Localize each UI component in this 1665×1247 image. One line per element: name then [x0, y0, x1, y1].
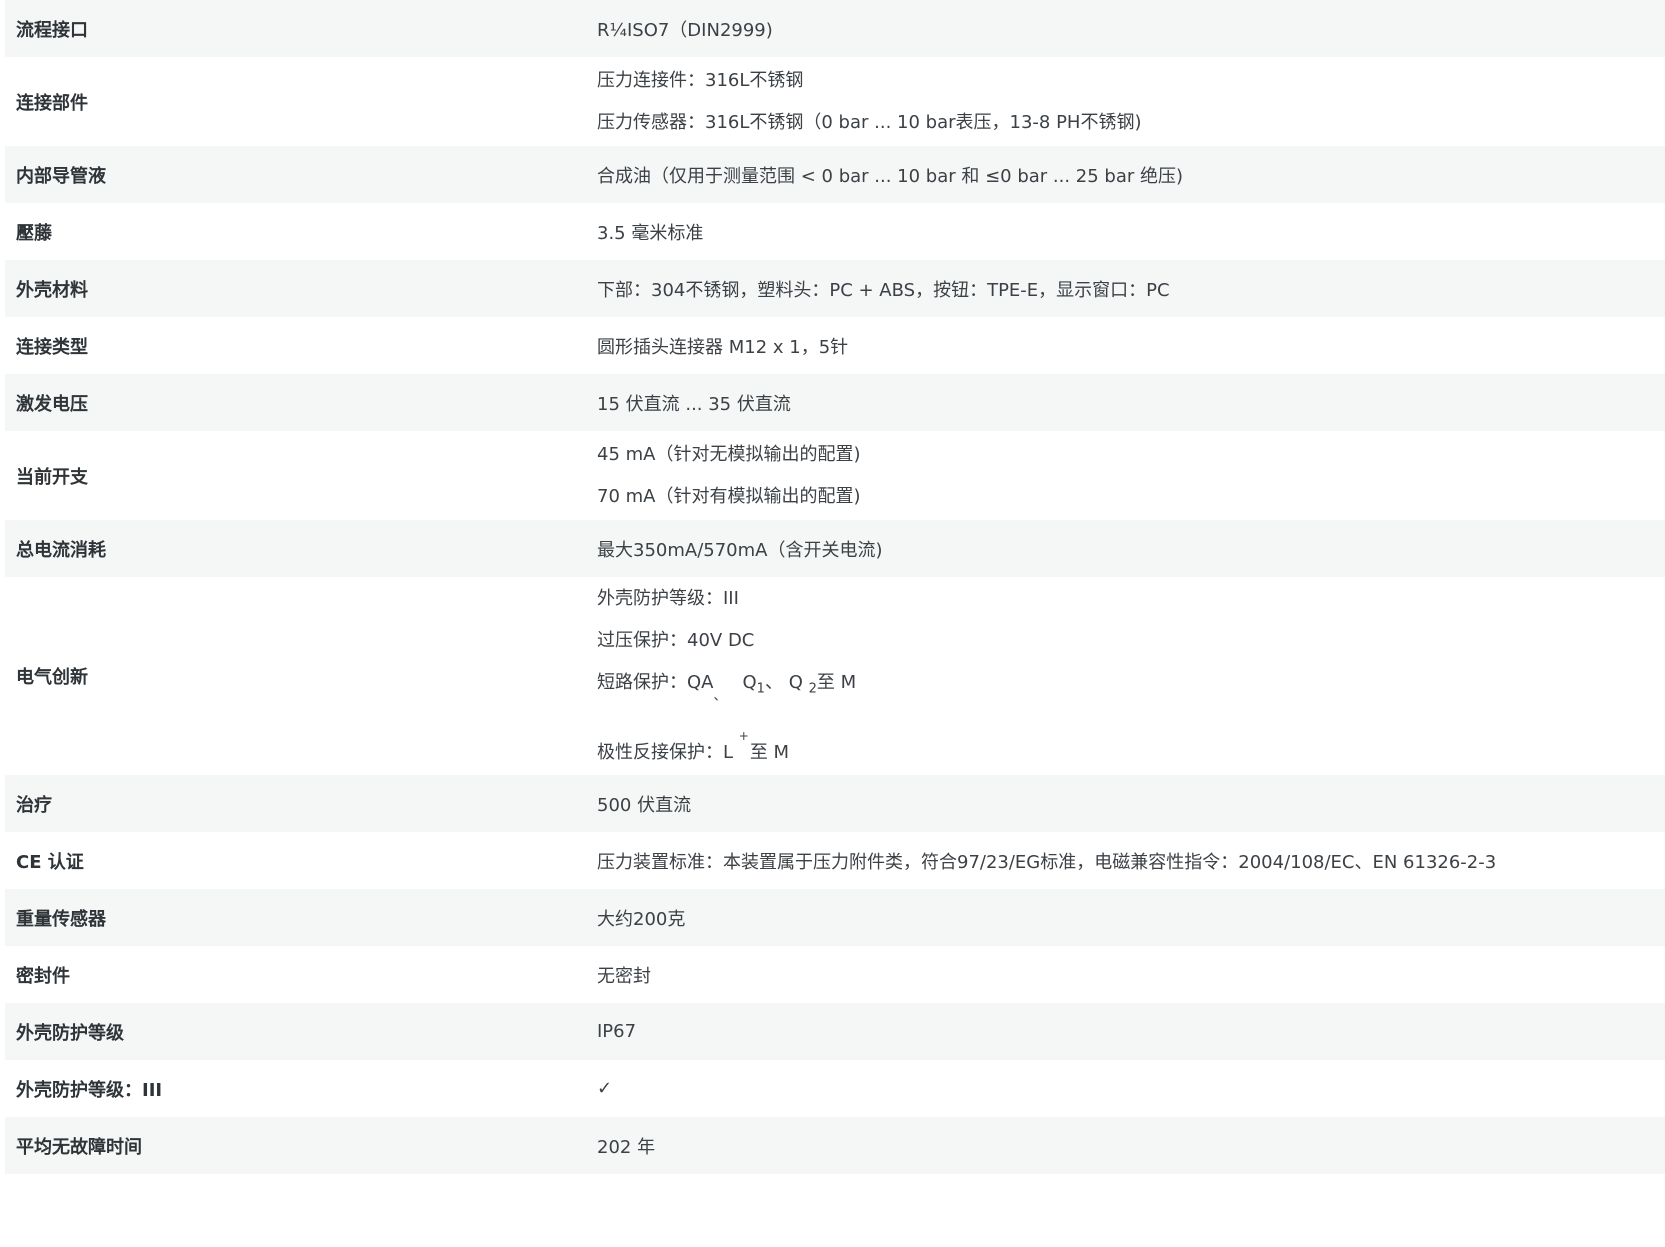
sc-qa-sub: 、: [713, 689, 727, 704]
spec-value: 圆形插头连接器 M12 x 1，5针: [597, 333, 1665, 359]
spec-value: 下部：304不锈钢，塑料头：PC + ABS，按钮：TPE-E，显示窗口：PC: [597, 276, 1665, 302]
spec-label: 总电流消耗: [16, 539, 106, 561]
spec-label: 内部导管液: [16, 165, 106, 187]
spec-label: CE 认证: [16, 851, 84, 873]
spec-value-line: 202 年: [597, 1136, 656, 1158]
spec-table: 流程接口 R¼ISO7（DIN2999) 连接部件 压力连接件：316L不锈钢 …: [5, 0, 1665, 1174]
spec-row: 外壳防护等级：III ✓: [5, 1060, 1665, 1117]
spec-value: 45 mA（针对无模拟输出的配置) 70 mA（针对有模拟输出的配置): [597, 434, 1665, 518]
spec-label: 外壳防护等级：III: [16, 1079, 163, 1101]
spec-value: R¼ISO7（DIN2999): [597, 16, 1665, 42]
spec-value: 压力装置标准：本装置属于压力附件类，符合97/23/EG标准，电磁兼容性指令：2…: [597, 848, 1665, 874]
spec-row: 内部导管液 合成油（仅用于测量范围 < 0 bar ... 10 bar 和 ≤…: [5, 146, 1665, 203]
spec-value-line: 最大350mA/570mA（含开关电流): [597, 539, 883, 561]
spec-value-line: 压力装置标准：本装置属于压力附件类，符合97/23/EG标准，电磁兼容性指令：2…: [597, 851, 1497, 873]
spec-row: 平均无故障时间 202 年: [5, 1117, 1665, 1174]
spec-row-electrical: 电气创新 外壳防护等级：III 过压保护：40V DC 短路保护：QA、Q1、 …: [5, 577, 1665, 775]
spec-label: 流程接口: [16, 19, 88, 41]
spec-row: 当前开支 45 mA（针对无模拟输出的配置) 70 mA（针对有模拟输出的配置): [5, 431, 1665, 520]
spec-value-line: IP67: [597, 1021, 637, 1042]
spec-value: 无密封: [597, 962, 1665, 988]
spec-value-line: 大约200克: [597, 908, 686, 930]
spec-value-line: 15 伏直流 ... 35 伏直流: [597, 393, 791, 415]
spec-label: 电气创新: [16, 667, 88, 688]
housing-protection-line: 外壳防护等级：III: [597, 588, 739, 609]
spec-value-line: 压力传感器：316L不锈钢（0 bar ... 10 bar表压，13-8 PH…: [597, 111, 1142, 133]
spec-value-line: 压力连接件：316L不锈钢: [597, 69, 804, 91]
sc-sep: 、: [764, 672, 783, 693]
spec-value: 15 伏直流 ... 35 伏直流: [597, 390, 1665, 416]
spec-value: 压力连接件：316L不锈钢 压力传感器：316L不锈钢（0 bar ... 10…: [597, 60, 1665, 144]
sc-sub1: 1: [756, 681, 765, 697]
sc-sub2: 2: [808, 681, 817, 697]
spec-row: 密封件 无密封: [5, 946, 1665, 1003]
spec-label: 激发电压: [16, 393, 88, 415]
spec-row: 总电流消耗 最大350mA/570mA（含开关电流): [5, 520, 1665, 577]
spec-value-line: R¼ISO7（DIN2999): [597, 19, 773, 41]
spec-row: 壓藤 3.5 毫米标准: [5, 203, 1665, 260]
short-circuit-protection-line: 短路保护：QA、Q1、 Q 2至 M: [597, 662, 1665, 732]
spec-row: 外壳防护等级 IP67: [5, 1003, 1665, 1060]
spec-value-line: 合成油（仅用于测量范围 < 0 bar ... 10 bar 和 ≤0 bar …: [597, 165, 1184, 187]
spec-row: 流程接口 R¼ISO7（DIN2999): [5, 0, 1665, 57]
spec-label: 平均无故障时间: [16, 1136, 142, 1158]
spec-row: 外壳材料 下部：304不锈钢，塑料头：PC + ABS，按钮：TPE-E，显示窗…: [5, 260, 1665, 317]
spec-value: 最大350mA/570mA（含开关电流): [597, 536, 1665, 562]
sc-suffix: 至 M: [816, 672, 857, 693]
rp-suffix: 至 M: [749, 742, 790, 763]
spec-label: 外壳材料: [16, 279, 88, 301]
spec-value-line: 70 mA（针对有模拟输出的配置): [597, 485, 861, 507]
rp-sup: +: [738, 729, 749, 743]
spec-row: 治疗 500 伏直流: [5, 775, 1665, 832]
spec-row: 连接类型 圆形插头连接器 M12 x 1，5针: [5, 317, 1665, 374]
spec-row: 连接部件 压力连接件：316L不锈钢 压力传感器：316L不锈钢（0 bar .…: [5, 57, 1665, 146]
spec-value-line: 3.5 毫米标准: [597, 222, 704, 244]
spec-value-line: 圆形插头连接器 M12 x 1，5针: [597, 336, 849, 358]
spec-label: 连接部件: [16, 92, 88, 114]
sc-q2: Q: [788, 672, 803, 693]
spec-label: 壓藤: [16, 222, 52, 244]
spec-label: 密封件: [16, 965, 70, 987]
spec-value: 外壳防护等级：III 过压保护：40V DC 短路保护：QA、Q1、 Q 2至 …: [597, 578, 1665, 774]
spec-value-line: 下部：304不锈钢，塑料头：PC + ABS，按钮：TPE-E，显示窗口：PC: [597, 279, 1170, 301]
spec-value-line: 无密封: [597, 965, 651, 987]
check-mark-icon: ✓: [597, 1078, 613, 1099]
spec-label: 当前开支: [16, 466, 88, 488]
spec-value: 202 年: [597, 1133, 1665, 1159]
spec-value: ✓: [597, 1078, 1665, 1099]
spec-label: 治疗: [16, 794, 52, 816]
spec-row: CE 认证 压力装置标准：本装置属于压力附件类，符合97/23/EG标准，电磁兼…: [5, 832, 1665, 889]
spec-value: 合成油（仅用于测量范围 < 0 bar ... 10 bar 和 ≤0 bar …: [597, 162, 1665, 188]
reverse-polarity-protection-line: 极性反接保护：L +至 M: [597, 729, 1665, 774]
spec-row: 激发电压 15 伏直流 ... 35 伏直流: [5, 374, 1665, 431]
sc-prefix: 短路保护：QA: [597, 672, 714, 693]
spec-value-line: 45 mA（针对无模拟输出的配置): [597, 443, 861, 465]
spec-row: 重量传感器 大约200克: [5, 889, 1665, 946]
spec-label: 连接类型: [16, 336, 88, 358]
spec-label: 重量传感器: [16, 908, 106, 930]
spec-label: 外壳防护等级: [16, 1022, 124, 1044]
rp-prefix: 极性反接保护：L: [597, 742, 734, 763]
spec-value-line: 500 伏直流: [597, 794, 692, 816]
spec-value: IP67: [597, 1021, 1665, 1042]
overvoltage-protection-line: 过压保护：40V DC: [597, 630, 755, 651]
spec-value: 500 伏直流: [597, 791, 1665, 817]
spec-value: 大约200克: [597, 905, 1665, 931]
sc-q: Q: [742, 672, 757, 693]
spec-value: 3.5 毫米标准: [597, 219, 1665, 245]
